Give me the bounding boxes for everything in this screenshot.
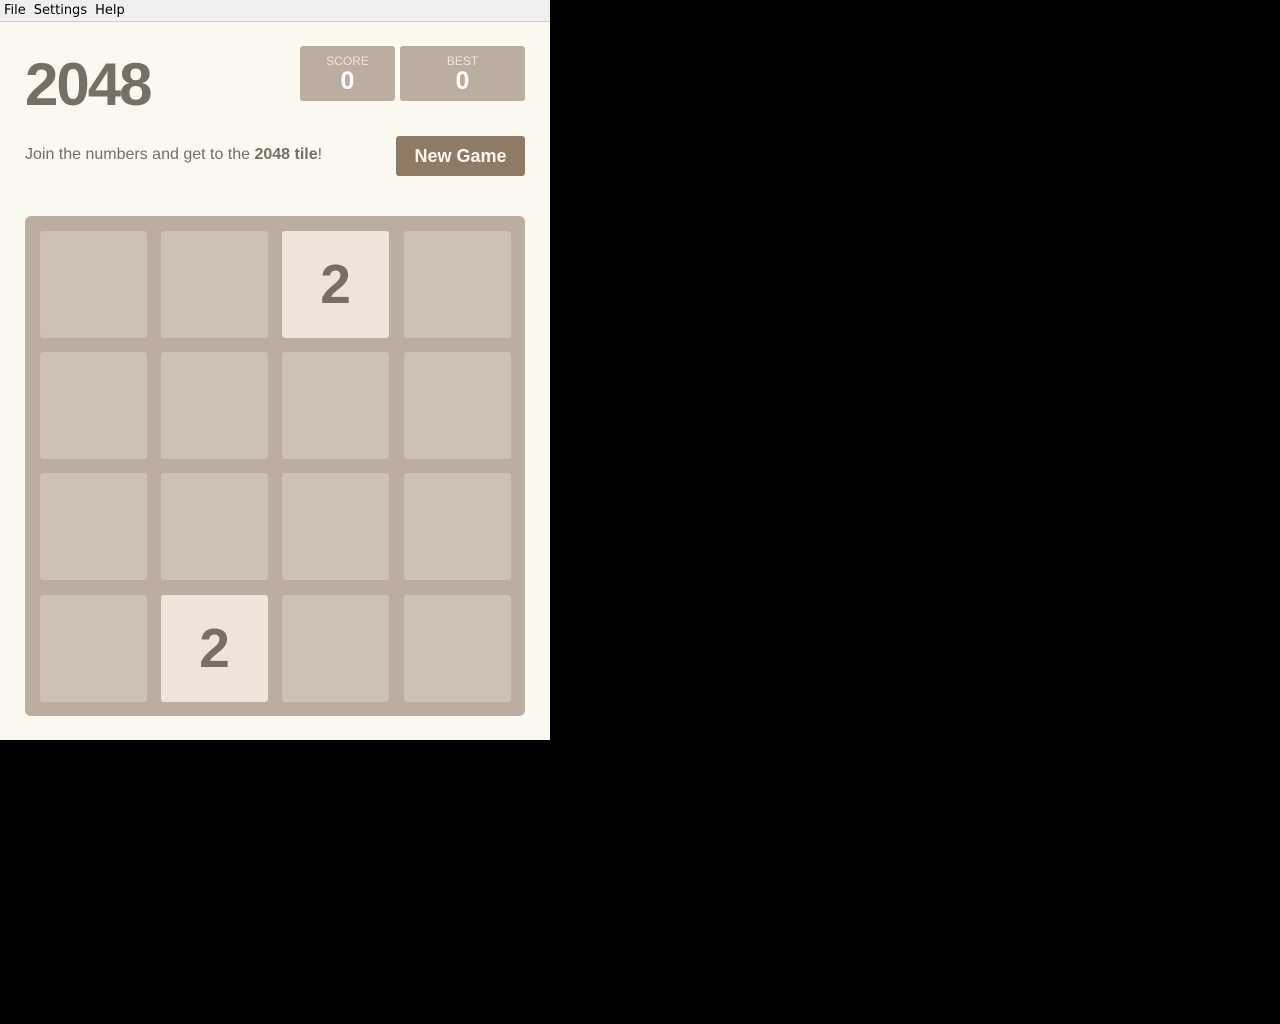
game-window: File Settings Help 2048 SCORE 0 BEST 0 Joi… bbox=[0, 0, 550, 740]
tile: 2 bbox=[282, 231, 389, 338]
empty-cell bbox=[40, 352, 147, 459]
empty-cell bbox=[282, 352, 389, 459]
empty-cell bbox=[161, 352, 268, 459]
empty-cell bbox=[404, 595, 511, 702]
menu-help[interactable]: Help bbox=[91, 0, 129, 20]
intro-bold: 2048 tile bbox=[254, 146, 318, 163]
game-board: 22 bbox=[25, 216, 525, 716]
intro-suffix: ! bbox=[317, 146, 323, 163]
intro-text: Join the numbers and get to the 2048 til… bbox=[25, 146, 322, 164]
menu-file[interactable]: File bbox=[0, 0, 30, 20]
empty-cell bbox=[404, 352, 511, 459]
empty-cell bbox=[404, 231, 511, 338]
empty-cell bbox=[282, 473, 389, 580]
menu-bar: File Settings Help bbox=[0, 0, 550, 22]
score-box: SCORE 0 bbox=[300, 46, 395, 101]
best-box: BEST 0 bbox=[400, 46, 525, 101]
menu-settings[interactable]: Settings bbox=[30, 0, 91, 20]
empty-cell bbox=[161, 473, 268, 580]
score-value: 0 bbox=[340, 67, 355, 95]
empty-cell bbox=[404, 473, 511, 580]
game-title: 2048 bbox=[25, 51, 152, 118]
empty-cell bbox=[40, 473, 147, 580]
best-label: BEST bbox=[446, 54, 479, 68]
score-label: SCORE bbox=[326, 54, 369, 68]
intro-prefix: Join the numbers and get to the bbox=[25, 146, 255, 163]
empty-cell bbox=[40, 231, 147, 338]
empty-cell bbox=[282, 595, 389, 702]
best-value: 0 bbox=[455, 67, 470, 95]
empty-cell bbox=[161, 231, 268, 338]
empty-cell bbox=[40, 595, 147, 702]
new-game-button[interactable]: New Game bbox=[396, 136, 525, 176]
tile: 2 bbox=[161, 595, 268, 702]
